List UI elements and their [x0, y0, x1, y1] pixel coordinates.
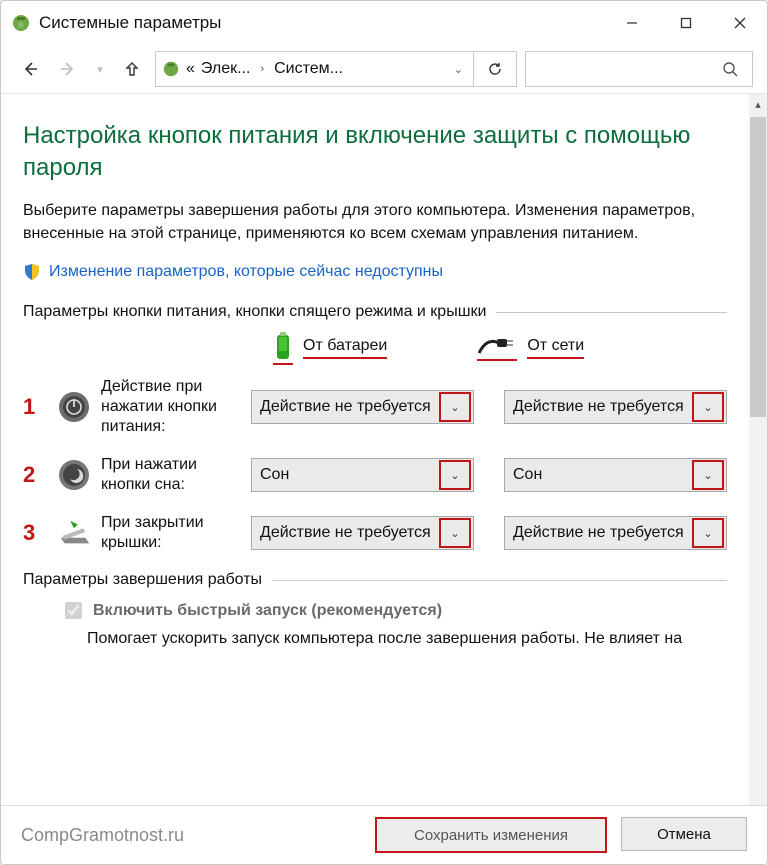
column-header-battery: От батареи [273, 331, 387, 365]
page-description: Выберите параметры завершения работы для… [23, 199, 727, 245]
plug-icon [477, 335, 517, 361]
row-label: При закрытии крышки: [101, 513, 241, 553]
setting-row-sleep-button: 2 При нажатии кнопки сна: Сон⌄ Сон⌄ [23, 455, 727, 495]
chevron-down-icon: ⌄ [439, 518, 471, 548]
fast-startup-hint: Помогает ускорить запуск компьютера посл… [61, 628, 727, 650]
row-number: 1 [23, 394, 47, 420]
maximize-button[interactable] [659, 1, 713, 45]
search-icon [722, 61, 738, 77]
app-icon [11, 13, 31, 33]
address-bar: ▾ « Элек... › Систем... ⌄ [1, 45, 767, 93]
up-button[interactable] [117, 54, 147, 84]
scroll-up-icon[interactable]: ▴ [755, 94, 761, 115]
cancel-button[interactable]: Отмена [621, 817, 747, 851]
sleep-button-battery-select[interactable]: Сон⌄ [251, 458, 474, 492]
power-button-icon [57, 390, 91, 424]
scrollbar-thumb[interactable] [750, 117, 766, 417]
footer-bar: CompGramotnost.ru Сохранить изменения От… [1, 805, 767, 864]
recent-dropdown[interactable]: ▾ [91, 54, 109, 84]
title-bar: Системные параметры [1, 1, 767, 45]
section-title: Параметры завершения работы [23, 571, 727, 589]
power-button-plugged-select[interactable]: Действие не требуется⌄ [504, 390, 727, 424]
change-unavailable-settings-link[interactable]: Изменение параметров, которые сейчас нед… [23, 263, 443, 281]
row-label: При нажатии кнопки сна: [101, 455, 241, 495]
lid-close-icon [57, 516, 91, 550]
setting-row-lid-close: 3 При закрытии крышки: Действие не требу… [23, 513, 727, 553]
save-button[interactable]: Сохранить изменения [375, 817, 607, 853]
row-number: 2 [23, 462, 47, 488]
battery-icon [273, 331, 293, 365]
vertical-scrollbar[interactable]: ▴ [749, 94, 767, 805]
back-button[interactable] [15, 54, 45, 84]
minimize-button[interactable] [605, 1, 659, 45]
lid-close-battery-select[interactable]: Действие не требуется⌄ [251, 516, 474, 550]
watermark: CompGramotnost.ru [21, 825, 184, 846]
fast-startup-checkbox[interactable]: Включить быстрый запуск (рекомендуется) [61, 599, 442, 622]
breadcrumb-seg[interactable]: Элек... [201, 60, 251, 78]
breadcrumb[interactable]: « Элек... › Систем... ⌄ [155, 51, 474, 87]
column-header-plugged: От сети [477, 331, 584, 365]
shield-icon [23, 263, 41, 281]
search-input[interactable] [525, 51, 753, 87]
forward-button[interactable] [53, 54, 83, 84]
window-title: Системные параметры [39, 13, 221, 33]
chevron-down-icon[interactable]: ⌄ [450, 63, 467, 76]
chevron-down-icon: ⌄ [692, 518, 724, 548]
row-number: 3 [23, 520, 47, 546]
chevron-down-icon: ⌄ [692, 392, 724, 422]
close-button[interactable] [713, 1, 767, 45]
sleep-button-icon [57, 458, 91, 492]
sleep-button-plugged-select[interactable]: Сон⌄ [504, 458, 727, 492]
folder-icon [162, 60, 180, 78]
page-title: Настройка кнопок питания и включение защ… [23, 120, 727, 185]
row-label: Действие при нажатии кнопки питания: [101, 377, 241, 437]
checkbox-icon [65, 602, 82, 619]
chevron-down-icon: ⌄ [439, 460, 471, 490]
breadcrumb-seg[interactable]: Систем... [274, 60, 343, 78]
chevron-down-icon: ⌄ [439, 392, 471, 422]
section-title: Параметры кнопки питания, кнопки спящего… [23, 303, 727, 321]
power-button-battery-select[interactable]: Действие не требуется⌄ [251, 390, 474, 424]
setting-row-power-button: 1 Действие при нажатии кнопки питания: Д… [23, 377, 727, 437]
refresh-button[interactable] [474, 51, 517, 87]
chevron-right-icon[interactable]: › [256, 63, 268, 75]
chevron-down-icon: ⌄ [692, 460, 724, 490]
lid-close-plugged-select[interactable]: Действие не требуется⌄ [504, 516, 727, 550]
